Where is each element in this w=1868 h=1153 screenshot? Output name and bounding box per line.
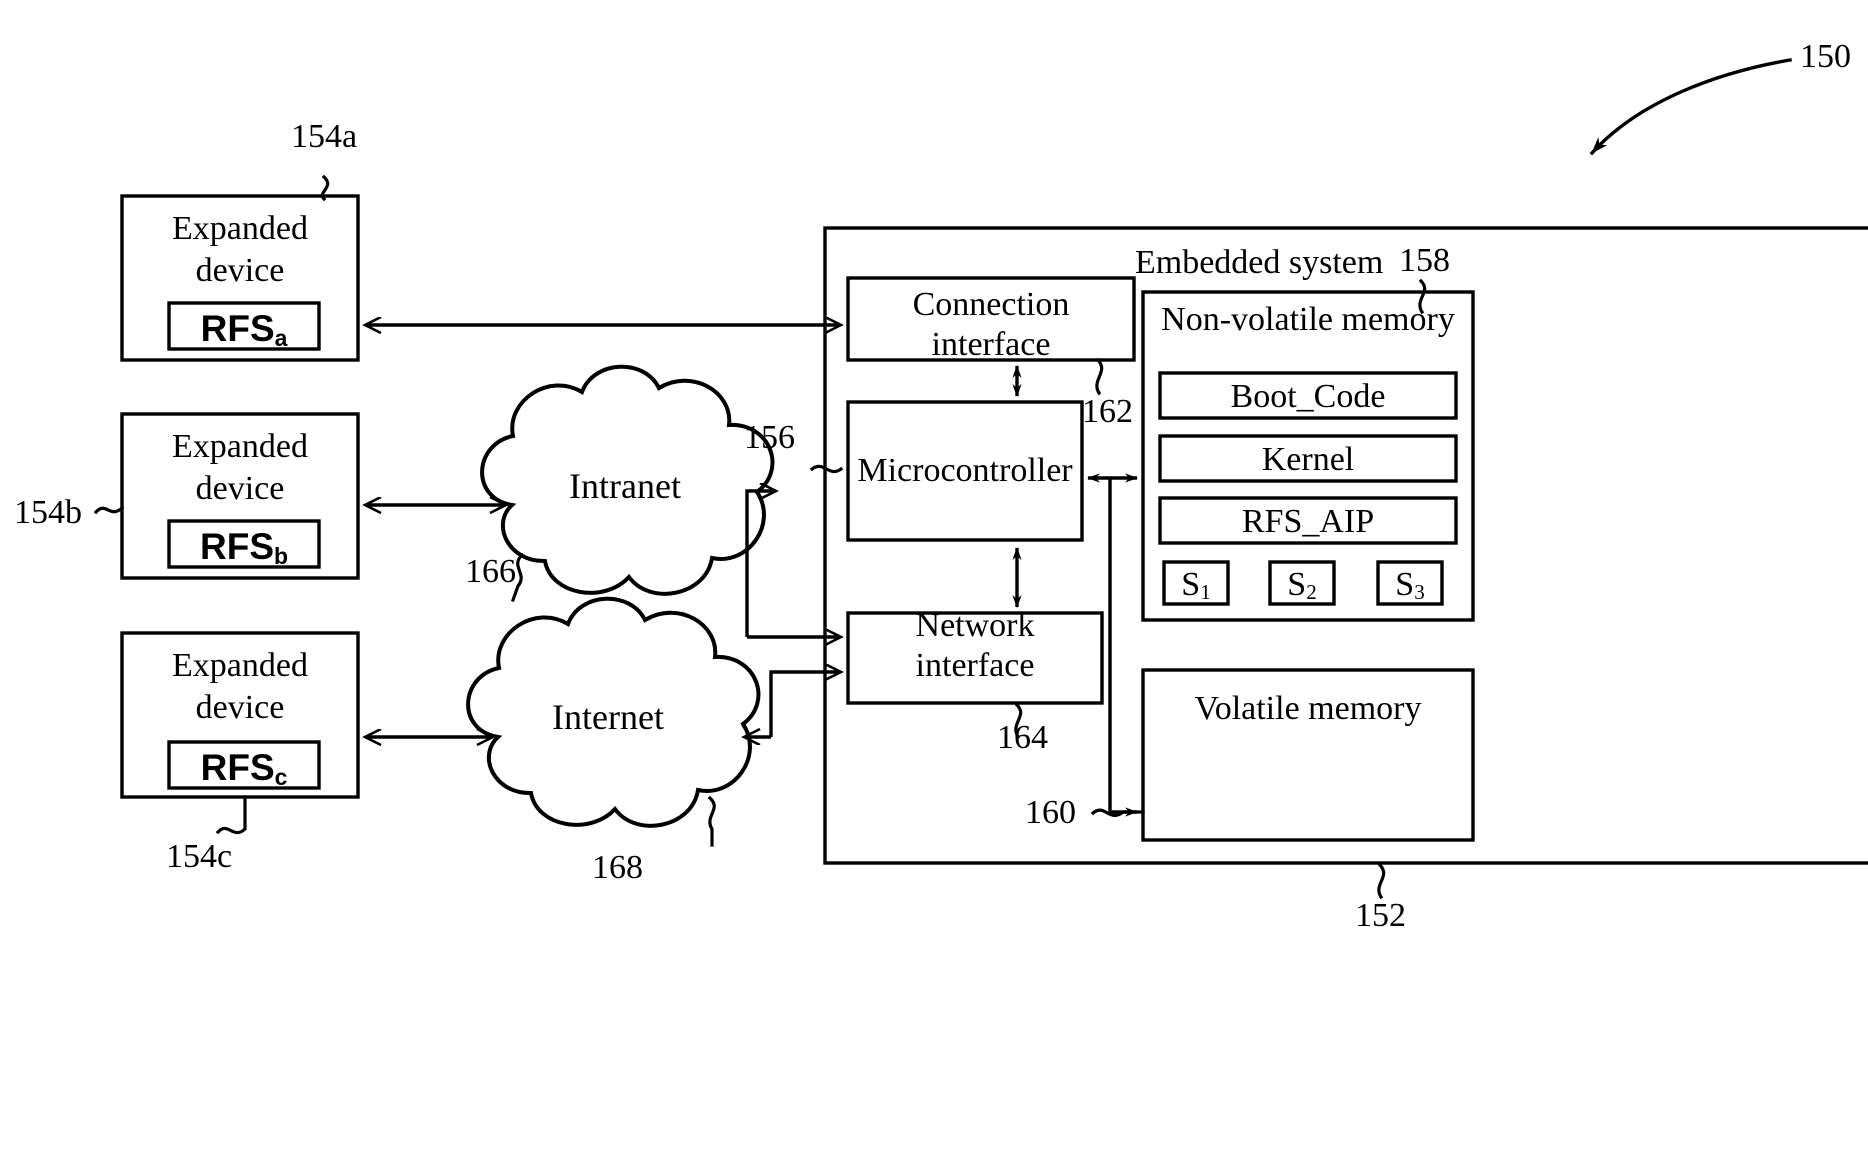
ref-168: 168 <box>592 849 643 886</box>
expanded-device-c-title-line2: device <box>195 689 285 726</box>
rfs-b-subscript: b <box>273 543 289 570</box>
intranet-label: Intranet <box>569 466 681 506</box>
patent-figure-canvas: 150 154a Expanded device RFSa 154b Expan… <box>0 0 1868 1153</box>
leader-162 <box>1095 357 1104 396</box>
ref-156: 156 <box>744 419 795 456</box>
leader-152 <box>1377 862 1386 900</box>
segment-s2-label: S2 <box>1287 566 1316 604</box>
ref-154b: 154b <box>14 494 82 531</box>
segment-s3-subscript: 3 <box>1414 579 1425 604</box>
rfs-a-label: RFSa <box>200 308 288 352</box>
ref-158: 158 <box>1399 242 1450 279</box>
segment-s3-label: S3 <box>1395 566 1424 604</box>
segment-s1-label: S1 <box>1181 566 1210 604</box>
segment-s3-text: S <box>1395 566 1415 603</box>
connection-interface-line1: Connection <box>912 286 1070 323</box>
rfs-c-text: RFS <box>200 747 275 788</box>
volatile-memory-label: Volatile memory <box>1194 690 1422 727</box>
link-internet-network-interface-seg <box>769 672 840 737</box>
diagram-vector-layer <box>93 58 1868 900</box>
network-interface-line1: Network <box>915 607 1035 644</box>
ref-164: 164 <box>997 719 1048 756</box>
internet-label: Internet <box>552 697 664 737</box>
expanded-device-b-title-line1: Expanded <box>172 428 308 465</box>
expanded-device-a-title-line1: Expanded <box>172 210 308 247</box>
leader-168 <box>707 795 716 847</box>
figure-ref-150: 150 <box>1800 38 1851 75</box>
expanded-device-a-title-line2: device <box>195 252 285 289</box>
rfs-a-text: RFS <box>200 308 275 349</box>
expanded-device-c-title-line1: Expanded <box>172 647 308 684</box>
segment-s2-text: S <box>1287 566 1307 603</box>
embedded-system-label: Embedded system <box>1135 244 1384 281</box>
rfs-c-label: RFSc <box>200 747 288 791</box>
non-volatile-memory-label: Non-volatile memory <box>1161 301 1455 338</box>
ref-154a: 154a <box>291 118 358 155</box>
boot-code-label: Boot_Code <box>1230 378 1386 415</box>
ref-154c: 154c <box>166 838 233 875</box>
leader-154c <box>215 795 247 835</box>
rfs-c-subscript: c <box>274 764 288 791</box>
rfs-aip-label: RFS_AIP <box>1241 503 1375 540</box>
ref-162: 162 <box>1082 393 1133 430</box>
ref-166: 166 <box>465 553 516 590</box>
expanded-device-b-title-line2: device <box>195 470 285 507</box>
kernel-label: Kernel <box>1261 441 1355 478</box>
figure-ref-arrow <box>1589 58 1792 156</box>
segment-s1-text: S <box>1181 566 1201 603</box>
leader-154b <box>93 505 125 515</box>
ref-160: 160 <box>1025 794 1076 831</box>
connection-interface-line2: interface <box>931 326 1051 363</box>
network-interface-line2: interface <box>915 647 1035 684</box>
microcontroller-label: Microcontroller <box>857 452 1073 489</box>
segment-s1-subscript: 1 <box>1200 579 1211 604</box>
rfs-b-label: RFSb <box>199 526 289 570</box>
segment-s2-subscript: 2 <box>1306 579 1317 604</box>
link-microcontroller-volatile <box>1108 478 1138 817</box>
ref-152: 152 <box>1355 897 1406 934</box>
rfs-b-text: RFS <box>199 526 274 567</box>
rfs-a-subscript: a <box>274 325 288 352</box>
